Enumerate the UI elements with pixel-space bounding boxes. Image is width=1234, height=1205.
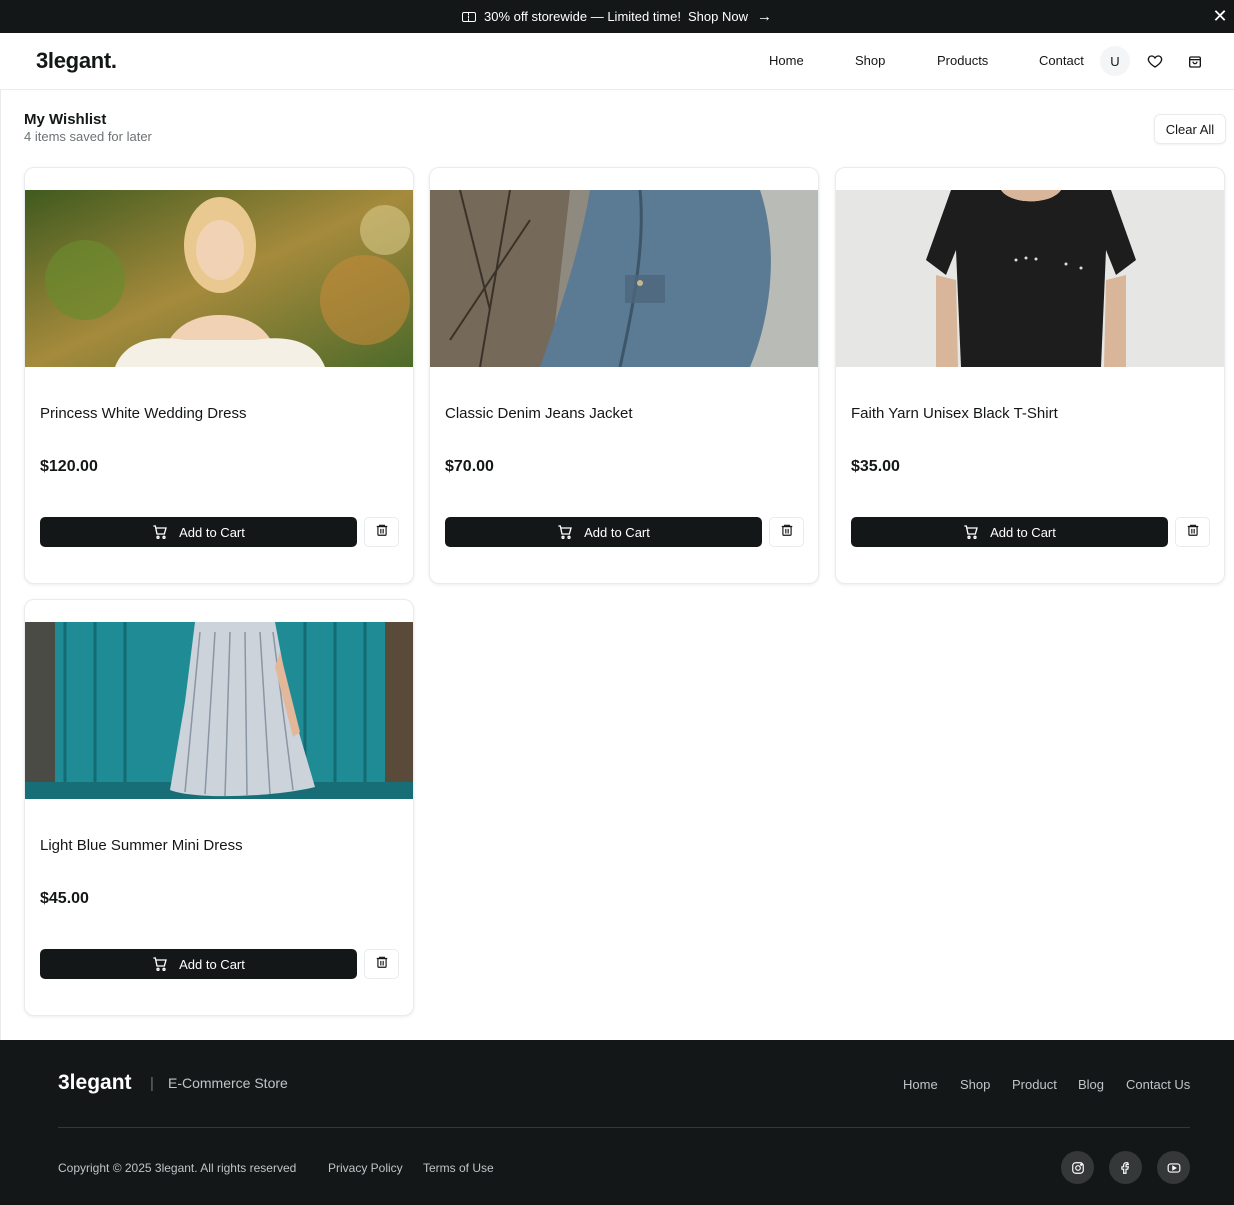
product-image[interactable] (430, 189, 818, 368)
site-header: 3legant. Home Shop Products Contact U (0, 33, 1234, 90)
product-price: $45.00 (40, 890, 89, 907)
terms-of-use-link[interactable]: Terms of Use (423, 1161, 494, 1175)
ticket-icon (462, 11, 476, 22)
wishlist-card: Princess White Wedding Dress $120.00 Add… (24, 167, 414, 584)
wishlist-card: Faith Yarn Unisex Black T-Shirt $35.00 A… (835, 167, 1225, 584)
page-title: My Wishlist (24, 111, 107, 128)
remove-item-button[interactable] (1175, 517, 1210, 547)
footer-divider-line (58, 1127, 1190, 1128)
nav-shop[interactable]: Shop (855, 53, 885, 68)
trash-icon (1186, 523, 1200, 542)
cart-icon (152, 956, 168, 972)
promo-text: 30% off storewide — Limited time! (484, 9, 682, 24)
facebook-icon[interactable] (1109, 1151, 1142, 1184)
add-to-cart-button[interactable]: Add to Cart (40, 517, 357, 547)
nav-home[interactable]: Home (769, 53, 804, 68)
add-to-cart-label: Add to Cart (179, 524, 245, 540)
trash-icon (375, 523, 389, 542)
product-price: $70.00 (445, 458, 494, 475)
add-to-cart-button[interactable]: Add to Cart (40, 949, 357, 979)
footer-link-shop[interactable]: Shop (960, 1077, 990, 1092)
remove-item-button[interactable] (364, 517, 399, 547)
footer-link-home[interactable]: Home (903, 1077, 938, 1092)
footer-link-contact[interactable]: Contact Us (1126, 1077, 1190, 1092)
privacy-policy-link[interactable]: Privacy Policy (328, 1161, 403, 1175)
product-price: $120.00 (40, 458, 98, 475)
product-name[interactable]: Faith Yarn Unisex Black T-Shirt (851, 405, 1058, 422)
cart-icon (557, 524, 573, 540)
product-price: $35.00 (851, 458, 900, 475)
nav-contact[interactable]: Contact (1039, 53, 1084, 68)
footer-tagline: E-Commerce Store (168, 1075, 288, 1091)
footer-link-blog[interactable]: Blog (1078, 1077, 1104, 1092)
youtube-icon[interactable] (1157, 1151, 1190, 1184)
product-name[interactable]: Classic Denim Jeans Jacket (445, 405, 633, 422)
close-icon[interactable]: ✕ (1210, 6, 1230, 26)
trash-icon (375, 955, 389, 974)
product-image[interactable] (836, 190, 1224, 367)
heart-icon[interactable] (1145, 51, 1165, 71)
add-to-cart-button[interactable]: Add to Cart (851, 517, 1168, 547)
wishlist-card: Classic Denim Jeans Jacket $70.00 Add to… (429, 167, 819, 584)
instagram-icon[interactable] (1061, 1151, 1094, 1184)
footer-divider: | (150, 1075, 154, 1092)
footer-link-product[interactable]: Product (1012, 1077, 1057, 1092)
promo-banner: 30% off storewide — Limited time! Shop N… (0, 0, 1234, 33)
promo-shop-link[interactable]: Shop Now (688, 9, 748, 24)
clear-all-button[interactable]: Clear All (1154, 114, 1226, 144)
product-name[interactable]: Light Blue Summer Mini Dress (40, 837, 243, 854)
site-footer: 3legant | E-Commerce Store Home Shop Pro… (0, 1040, 1234, 1205)
trash-icon (780, 523, 794, 542)
add-to-cart-label: Add to Cart (179, 956, 245, 972)
product-image[interactable] (25, 622, 413, 799)
cart-icon (152, 524, 168, 540)
arrow-right-icon[interactable]: → (757, 8, 772, 25)
wishlist-panel: My Wishlist 4 items saved for later Clea… (0, 90, 1234, 1040)
shopping-bag-icon[interactable] (1185, 51, 1205, 71)
add-to-cart-button[interactable]: Add to Cart (445, 517, 762, 547)
product-image[interactable] (25, 190, 413, 367)
cart-icon (963, 524, 979, 540)
footer-logo[interactable]: 3legant (58, 1071, 132, 1095)
remove-item-button[interactable] (364, 949, 399, 979)
nav-products[interactable]: Products (937, 53, 988, 68)
add-to-cart-label: Add to Cart (990, 524, 1056, 540)
remove-item-button[interactable] (769, 517, 804, 547)
wishlist-card: Light Blue Summer Mini Dress $45.00 Add … (24, 599, 414, 1016)
copyright: Copyright © 2025 3legant. All rights res… (58, 1161, 297, 1175)
avatar[interactable]: U (1100, 46, 1130, 76)
product-name[interactable]: Princess White Wedding Dress (40, 405, 246, 422)
wishlist-count: 4 items saved for later (24, 129, 152, 144)
add-to-cart-label: Add to Cart (584, 524, 650, 540)
logo[interactable]: 3legant. (36, 48, 117, 74)
